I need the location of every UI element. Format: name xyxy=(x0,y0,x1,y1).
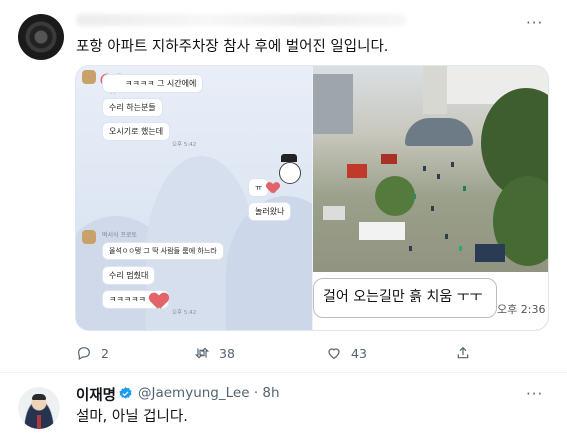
chat-profile-image xyxy=(82,230,96,244)
reply-button[interactable]: 2 xyxy=(76,345,109,361)
reply-text: 설마, 아닐 겁니다. xyxy=(76,409,188,425)
like-count: 43 xyxy=(351,345,367,361)
chat-time-2: 오후 5:42 xyxy=(172,310,197,316)
reply-icon xyxy=(78,347,90,361)
chat-message-5: 수리 멈췄대 xyxy=(102,266,156,285)
tweet-media-card[interactable]: ㅋㅋㅋㅋ 그 시간에에 수리 하는분들 오시기로 했는데 오후 5:42 ㅠ 놀… xyxy=(75,65,549,331)
like-button[interactable]: 43 xyxy=(326,345,367,361)
heart-icon xyxy=(328,348,340,360)
more-options-icon[interactable]: ··· xyxy=(526,385,543,403)
reply-count: 2 xyxy=(101,345,109,361)
reply-author-name[interactable]: 이재명 xyxy=(76,384,116,405)
chat-profile-image xyxy=(82,70,96,84)
photo-caption-area: 걸어 오는길만 흙 치움 ㅜㅜ 오후 2:36 xyxy=(313,272,548,330)
chat-message-3: 오시기로 했는데 xyxy=(102,122,171,141)
chat-message-2: 수리 하는분들 xyxy=(102,98,163,117)
chat-message-1: ㅋㅋㅋㅋ 그 시간에에 xyxy=(102,74,204,93)
chat-message-4: 올석ㅇㅇ탱 그 딱 사람들 룸에 하느라 xyxy=(102,242,224,260)
blurred-author-name xyxy=(76,14,406,26)
tweet-text: 포항 아파트 지하주차장 참사 후에 벌어진 일입니다. xyxy=(76,39,389,55)
photo-caption-text: 걸어 오는길만 흙 치움 ㅜㅜ xyxy=(323,289,483,305)
chat-my-message-2: 놀러왔나 xyxy=(248,202,292,221)
photo-caption-time: 오후 2:36 xyxy=(497,303,546,316)
retweet-count: 38 xyxy=(219,345,235,361)
more-options-icon[interactable]: ··· xyxy=(526,14,543,32)
reply-author-avatar[interactable] xyxy=(18,387,60,429)
tweet-divider xyxy=(0,372,567,373)
character-sticker-icon xyxy=(276,154,302,184)
retweet-button[interactable]: 38 xyxy=(194,345,235,361)
reply-handle-and-time[interactable]: @Jaemyung_Lee · 8h xyxy=(138,385,280,401)
chat-sender-name: 떡서식 프로토 xyxy=(102,232,138,239)
chat-time-1: 오후 5:42 xyxy=(172,142,197,148)
heart-sticker-icon xyxy=(267,183,280,194)
aerial-photo-image[interactable]: 걸어 오는길만 흙 치움 ㅜㅜ 오후 2:36 xyxy=(313,66,548,330)
share-icon xyxy=(457,346,469,359)
heart-sticker-icon xyxy=(150,293,168,309)
share-button[interactable] xyxy=(455,345,471,361)
verified-badge-icon xyxy=(119,386,132,399)
chat-screenshot-image[interactable]: ㅋㅋㅋㅋ 그 시간에에 수리 하는분들 오시기로 했는데 오후 5:42 ㅠ 놀… xyxy=(76,66,312,330)
author-avatar[interactable] xyxy=(18,14,64,60)
retweet-icon xyxy=(194,347,210,359)
